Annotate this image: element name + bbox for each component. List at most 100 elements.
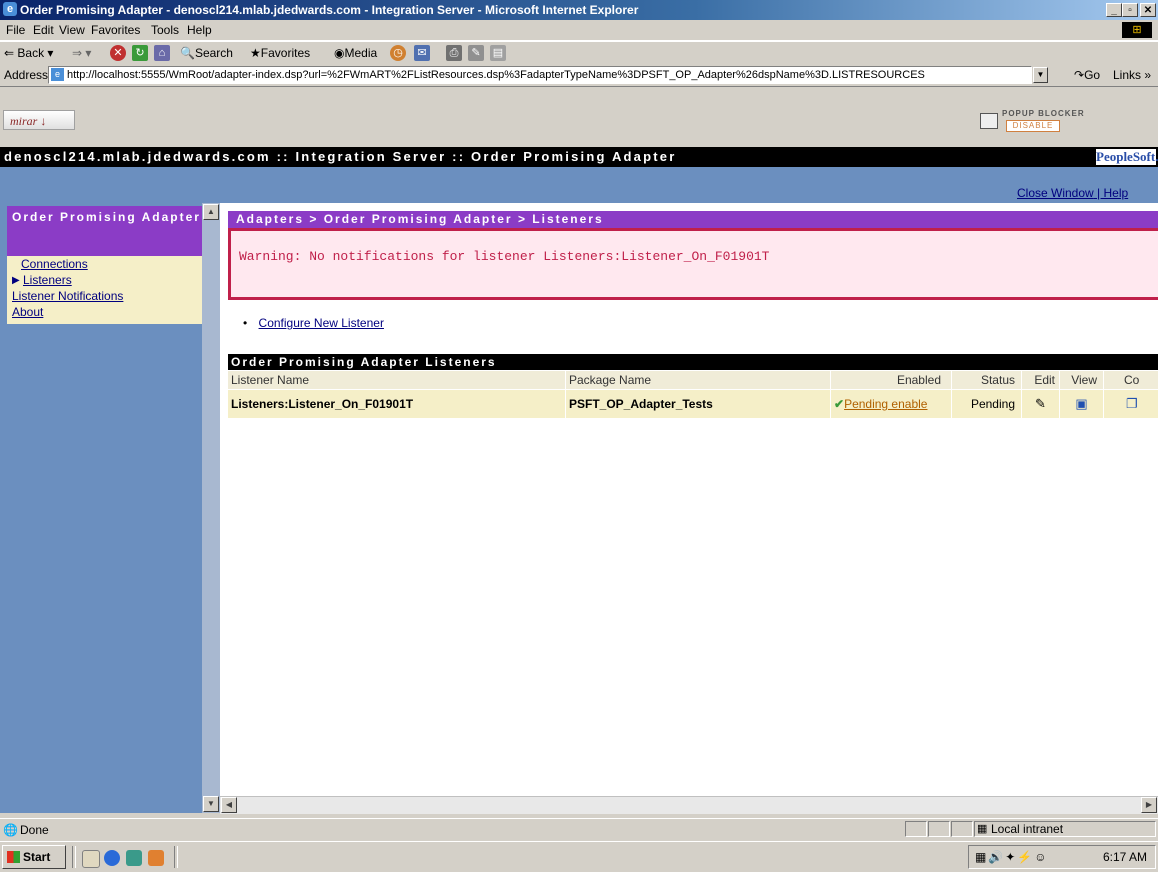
refresh-icon[interactable]: ↻ — [132, 45, 148, 61]
status-bar: 🌐 Done Local intranet ▦ — [0, 818, 1158, 841]
toolbar: ⇐ Back ▾ ⇒ ▾ ✕ ↻ ⌂ 🔍Search ★Favorites ◉M… — [0, 41, 1158, 65]
show-desktop-icon[interactable] — [82, 850, 100, 868]
warning-box: Warning: No notifications for listener L… — [228, 228, 1158, 300]
checkmark-icon: ✔ — [834, 397, 845, 411]
page-header: denoscl214.mlab.jdedwards.com :: Integra… — [0, 147, 1158, 167]
ie-icon: e — [3, 2, 17, 16]
address-input[interactable]: e http://localhost:5555/WmRoot/adapter-i… — [48, 66, 1032, 84]
breadcrumb: Adapters > Order Promising Adapter > Lis… — [228, 211, 1158, 228]
help-link[interactable]: Help — [1104, 186, 1129, 200]
system-tray: ▦🔊✦⚡☺ 6:17 AM — [968, 845, 1156, 869]
scroll-up-icon[interactable]: ▲ — [203, 204, 219, 220]
status-text: Done — [20, 823, 49, 837]
cell-view: ▣ — [1060, 390, 1104, 418]
server-title: denoscl214.mlab.jdedwards.com :: Integra… — [4, 149, 677, 164]
zone-cell: Local intranet ▦ — [974, 821, 1156, 837]
menu-help[interactable]: Help — [187, 23, 212, 37]
stop-icon[interactable]: ✕ — [110, 45, 126, 61]
search-button[interactable]: 🔍Search — [180, 46, 233, 60]
home-icon[interactable]: ⌂ — [154, 45, 170, 61]
taskbar-separator — [174, 846, 178, 868]
column-header-status: Status — [952, 371, 1022, 389]
search-icon: 🔍 — [180, 46, 195, 60]
column-header-listener-name: Listener Name — [228, 371, 566, 389]
popup-disable-button[interactable]: DISABLE — [1006, 120, 1060, 132]
back-button[interactable]: ⇐ Back ▾ — [4, 46, 53, 60]
forward-button[interactable]: ⇒ ▾ — [72, 46, 91, 60]
configure-new-listener-link[interactable]: Configure New Listener — [259, 316, 384, 330]
menu-file[interactable]: File — [6, 23, 25, 37]
sidebar-item-listener-notifications[interactable]: Listener Notifications — [12, 289, 123, 303]
popup-blocker-label: POPUP BLOCKER — [1002, 109, 1085, 118]
copy-icon[interactable]: ❐ — [1126, 396, 1138, 411]
history-icon[interactable]: ◷ — [390, 45, 406, 61]
clock: 6:17 AM — [1102, 850, 1147, 864]
menu-favorites[interactable]: Favorites — [91, 23, 140, 37]
status-cell — [905, 821, 927, 837]
favorites-icon: ★ — [250, 46, 261, 60]
column-header-package-name: Package Name — [566, 371, 831, 389]
menu-view[interactable]: View — [59, 23, 85, 37]
address-bar: Address e http://localhost:5555/WmRoot/a… — [0, 64, 1158, 87]
pending-enable-link[interactable]: Pending enable — [844, 397, 927, 411]
maximize-button[interactable]: ▫ — [1122, 3, 1138, 17]
column-header-enabled: Enabled — [831, 371, 952, 389]
scroll-left-icon[interactable]: ◀ — [221, 797, 237, 813]
media-button[interactable]: ◉Media — [334, 46, 377, 60]
plugin-toolbar: mirar ↓ POPUP BLOCKER DISABLE — [0, 87, 1158, 147]
sidebar-item-connections[interactable]: Connections — [21, 257, 88, 271]
mirar-logo[interactable]: mirar ↓ — [3, 110, 75, 130]
cell-copy: ❐ — [1104, 390, 1158, 418]
popup-blocker-icon — [980, 113, 998, 129]
column-header-edit: Edit — [1022, 371, 1060, 389]
outlook-icon[interactable] — [126, 850, 142, 866]
edit-icon[interactable]: ✎ — [468, 45, 484, 61]
minimize-button[interactable]: _ — [1106, 3, 1122, 17]
media-player-icon[interactable] — [148, 850, 164, 866]
page-subheader: Close Window | Help — [0, 167, 1158, 203]
address-dropdown-button[interactable]: ▼ — [1033, 67, 1048, 83]
scroll-right-icon[interactable]: ▶ — [1141, 797, 1157, 813]
discuss-icon[interactable]: ▤ — [490, 45, 506, 61]
window-title: Order Promising Adapter - denoscl214.mla… — [20, 3, 639, 17]
address-label: Address — [4, 68, 49, 82]
status-cell — [951, 821, 973, 837]
edit-icon[interactable]: ✎ — [1035, 396, 1046, 411]
menu-edit[interactable]: Edit — [33, 23, 54, 37]
table-title: Order Promising Adapter Listeners — [228, 354, 1158, 370]
sidebar-item-about[interactable]: About — [12, 305, 43, 319]
menu-bar: File Edit View Favorites Tools Help ⊞ — [0, 20, 1158, 41]
horizontal-scrollbar[interactable]: ◀ ▶ — [220, 796, 1158, 814]
column-header-copy: Co — [1104, 371, 1158, 389]
sidebar-item-listeners[interactable]: Listeners — [23, 273, 72, 287]
main-content: Adapters > Order Promising Adapter > Lis… — [220, 203, 1158, 796]
sidebar: Order Promising Adapter Connections ▶ Li… — [0, 203, 202, 813]
go-button[interactable]: ↷Go — [1074, 68, 1100, 82]
column-header-view: View — [1060, 371, 1104, 389]
close-button[interactable]: ✕ — [1140, 3, 1156, 17]
zone-label: Local intranet — [991, 822, 1064, 836]
cell-package-name: PSFT_OP_Adapter_Tests — [566, 390, 831, 418]
links-button[interactable]: Links » — [1113, 68, 1151, 82]
view-icon[interactable]: ▣ — [1075, 396, 1087, 411]
start-button[interactable]: Start — [2, 845, 66, 869]
sidebar-links: Connections ▶ Listeners Listener Notific… — [7, 256, 202, 324]
close-window-link[interactable]: Close Window — [1017, 186, 1094, 200]
configure-new-listener: • Configure New Listener — [243, 316, 384, 330]
sidebar-scrollbar[interactable]: ▲ ▼ — [202, 203, 220, 813]
taskbar: Start ▦🔊✦⚡☺ 6:17 AM — [0, 841, 1158, 872]
scroll-down-icon[interactable]: ▼ — [203, 796, 219, 812]
current-arrow-icon: ▶ — [12, 275, 20, 286]
media-icon: ◉ — [334, 46, 345, 60]
mail-icon[interactable]: ✉ — [414, 45, 430, 61]
cell-enabled: ✔Pending enable — [831, 390, 952, 418]
menu-tools[interactable]: Tools — [151, 23, 179, 37]
print-icon[interactable]: ⎙ — [446, 45, 462, 61]
page-icon: e — [51, 68, 64, 81]
window-title-bar[interactable]: e Order Promising Adapter - denoscl214.m… — [0, 0, 1158, 20]
favorites-button[interactable]: ★Favorites — [250, 46, 310, 60]
tray-icons[interactable]: ▦🔊✦⚡☺ — [975, 850, 1049, 864]
status-cell — [928, 821, 950, 837]
taskbar-separator — [72, 846, 76, 868]
internet-explorer-icon[interactable] — [104, 850, 120, 866]
